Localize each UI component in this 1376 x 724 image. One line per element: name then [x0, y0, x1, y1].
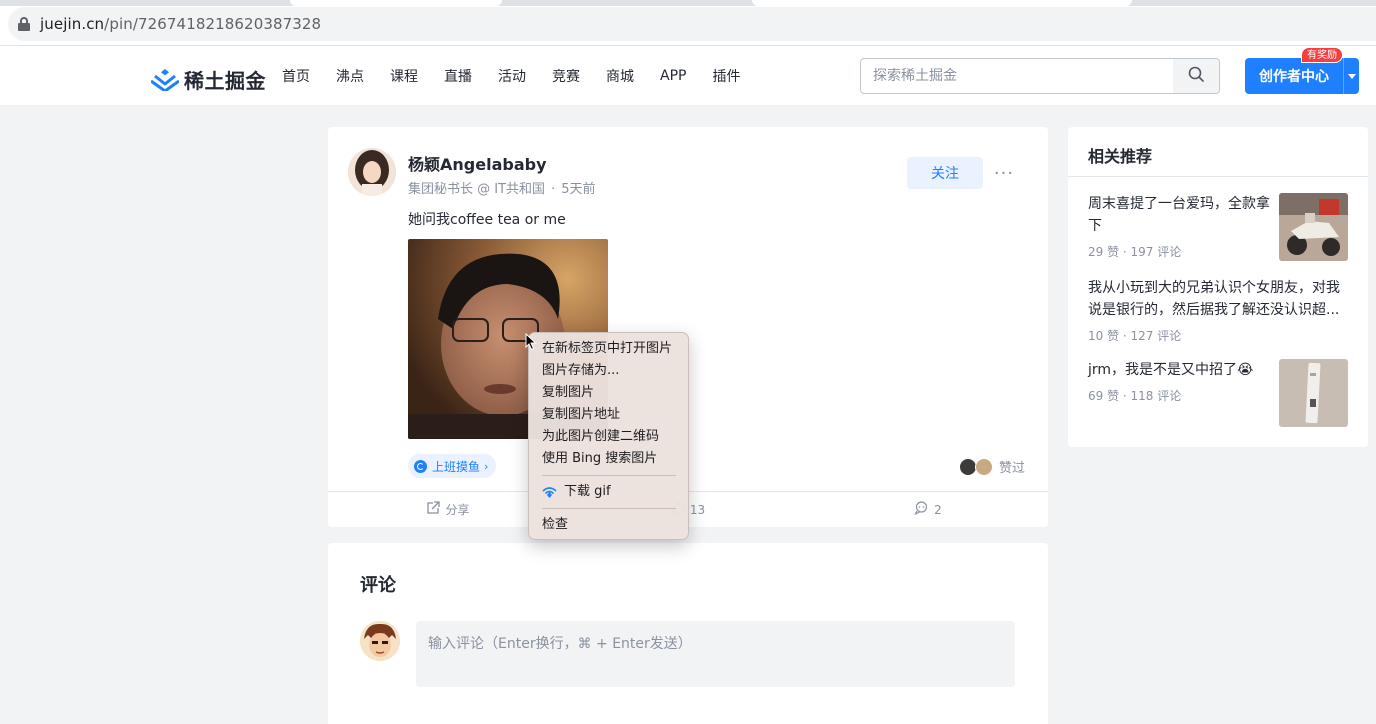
like-count: 13	[689, 502, 706, 517]
tab-strip	[0, 0, 1376, 6]
author-title: 集团秘书长 @ IT共和国	[408, 182, 546, 197]
comment-icon	[914, 501, 929, 518]
menu-item-bing-search-image[interactable]: 使用 Bing 搜索图片	[529, 448, 688, 470]
menu-item-download-gif[interactable]: 下载 gif	[529, 481, 688, 503]
menu-item-copy-image[interactable]: 复制图片	[529, 382, 688, 404]
post-time: 5天前	[561, 182, 596, 197]
related-title: 相关推荐	[1088, 147, 1153, 166]
nav-item-mall[interactable]: 商城	[606, 66, 634, 86]
lock-icon[interactable]	[18, 17, 30, 31]
menu-separator	[542, 508, 676, 509]
related-item-meta: 10 赞 · 127 评论	[1088, 329, 1182, 343]
comment-input[interactable]: 输入评论（Enter换行，⌘ + Enter发送）	[416, 621, 1015, 687]
creator-dropdown-button[interactable]	[1343, 58, 1359, 94]
menu-item-copy-image-address[interactable]: 复制图片地址	[529, 404, 688, 426]
reward-badge: 有奖励	[1301, 47, 1343, 63]
author-avatar[interactable]	[348, 148, 396, 196]
likers[interactable]: 赞过	[959, 457, 1025, 476]
comment-title: 评论	[360, 575, 396, 596]
logo-text: 稀土掘金	[184, 69, 266, 93]
liked-label: 赞过	[999, 461, 1026, 476]
nav-item-contests[interactable]: 竞赛	[552, 66, 580, 86]
divider	[1068, 176, 1368, 177]
menu-item-inspect[interactable]: 检查	[529, 514, 688, 536]
nav-item-pins[interactable]: 沸点	[336, 66, 364, 86]
search-box	[860, 58, 1220, 94]
comment-count: 2	[934, 502, 942, 517]
current-user-avatar[interactable]	[360, 621, 400, 661]
topic-icon	[414, 459, 427, 473]
related-item-thumbnail[interactable]	[1279, 193, 1348, 261]
menu-item-create-qr-code[interactable]: 为此图片创建二维码	[529, 426, 688, 448]
pin-content: 她问我coffee tea or me	[408, 212, 566, 228]
related-item-title[interactable]: jrm，我是不是又中招了😭	[1088, 359, 1273, 381]
topic-label: 上班摸鱼	[432, 459, 481, 474]
menu-separator	[542, 475, 676, 476]
tab-edge[interactable]	[752, 0, 1132, 6]
meta-separator: ·	[551, 182, 556, 197]
download-extension-icon	[542, 486, 557, 498]
follow-button[interactable]: 关注	[907, 157, 983, 189]
author-name[interactable]: 杨颖Angelababy	[408, 151, 547, 175]
related-item-title[interactable]: 我从小玩到大的兄弟认识个女朋友，对我说是银行的，然后据我了解还没认识超...	[1088, 277, 1348, 321]
juejin-logo-icon	[150, 68, 180, 92]
search-input[interactable]	[861, 59, 1173, 93]
chevron-right-icon: ›	[484, 459, 489, 473]
nav-item-courses[interactable]: 课程	[390, 66, 418, 86]
liker-avatar	[975, 457, 993, 476]
menu-item-save-image-as[interactable]: 图片存储为...	[529, 360, 688, 382]
nav-item-events[interactable]: 活动	[498, 66, 526, 86]
image-context-menu: 在新标签页中打开图片 图片存储为... 复制图片 复制图片地址 为此图片创建二维…	[528, 332, 689, 540]
tab-edge[interactable]	[290, 0, 502, 6]
search-button[interactable]	[1173, 59, 1219, 93]
address-bar[interactable]: juejin.cn/pin/7267418218620387328	[8, 7, 1376, 41]
share-icon	[426, 501, 441, 518]
author-meta: 集团秘书长 @ IT共和国 · 5天前	[408, 178, 595, 197]
more-options-icon[interactable]: ···	[992, 157, 1016, 189]
browser-toolbar: juejin.cn/pin/7267418218620387328	[0, 0, 1376, 46]
url-text[interactable]: juejin.cn/pin/7267418218620387328	[40, 15, 321, 33]
logo[interactable]: 稀土掘金	[150, 65, 266, 94]
topic-tag[interactable]: 上班摸鱼 ›	[408, 454, 497, 478]
comment-section: 评论 输入评论（Enter换行，⌘ + Enter发送）	[328, 543, 1048, 724]
menu-item-open-image-new-tab[interactable]: 在新标签页中打开图片	[529, 338, 688, 360]
site-header: 稀土掘金 首页 沸点 课程 直播 活动 竞赛 商城 APP 插件 创作者中心 有…	[0, 46, 1376, 106]
related-item-title[interactable]: 周末喜提了一台爱玛，全款拿下	[1088, 193, 1273, 237]
caret-down-icon	[1347, 73, 1356, 79]
related-item[interactable]: 我从小玩到大的兄弟认识个女朋友，对我说是银行的，然后据我了解还没认识超... 1…	[1088, 277, 1348, 344]
comment-button[interactable]: 2	[808, 492, 1048, 527]
main-nav: 首页 沸点 课程 直播 活动 竞赛 商城 APP 插件	[282, 46, 766, 106]
mouse-cursor-icon	[525, 332, 537, 355]
related-item-thumbnail[interactable]	[1279, 359, 1348, 427]
nav-item-plugins[interactable]: 插件	[712, 66, 740, 86]
download-gif-label: 下载 gif	[564, 484, 611, 499]
nav-item-live[interactable]: 直播	[444, 66, 472, 86]
nav-item-app[interactable]: APP	[660, 68, 686, 84]
nav-item-home[interactable]: 首页	[282, 66, 310, 86]
share-label: 分享	[445, 503, 470, 517]
search-icon	[1188, 66, 1204, 86]
